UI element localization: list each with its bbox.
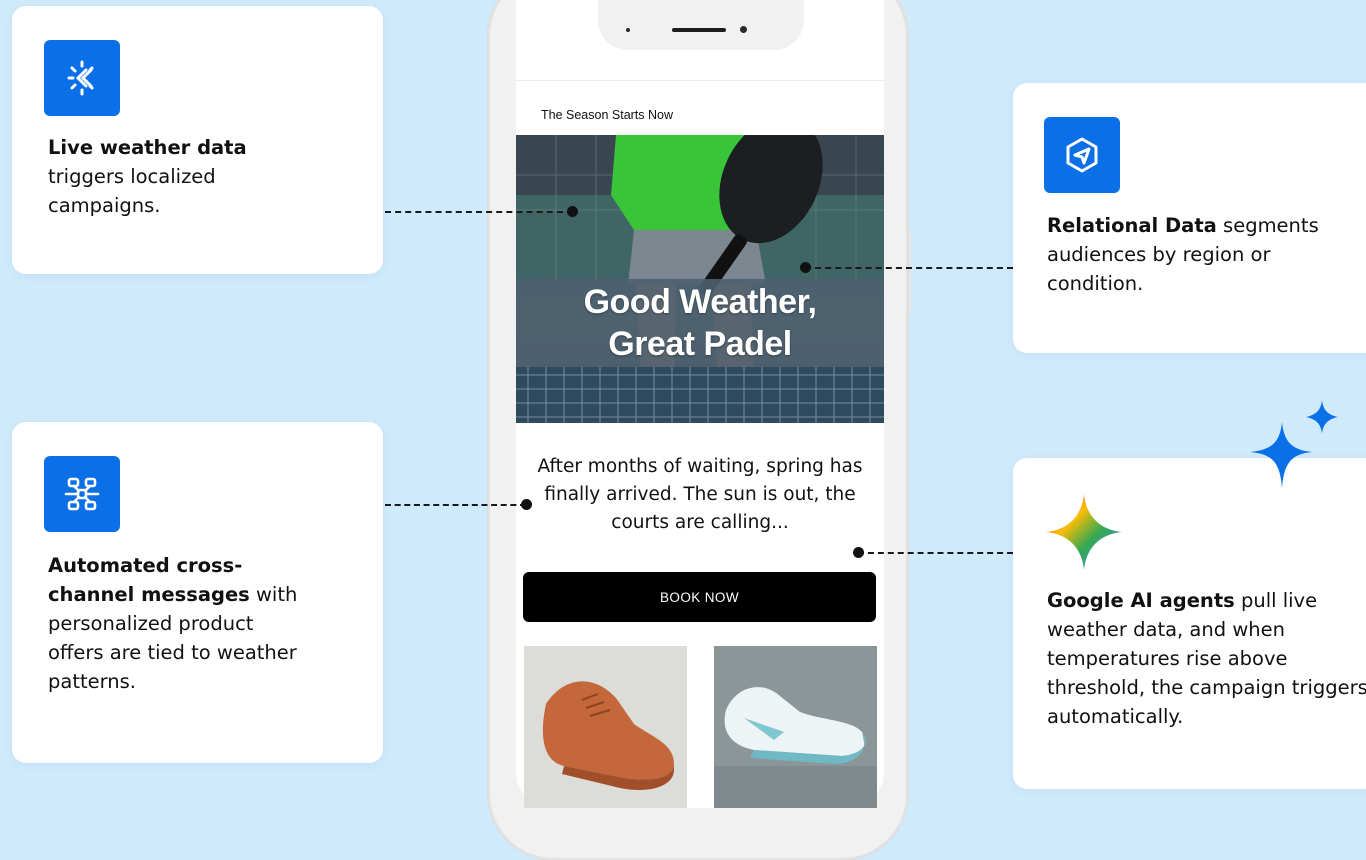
feature-card-text: Relational Data segments audiences by re…: [1047, 211, 1366, 298]
book-now-button[interactable]: BOOK NOW: [523, 572, 876, 622]
product-image-white-shoe[interactable]: [714, 646, 877, 808]
connector-line: [805, 267, 1013, 269]
feature-card-live-weather: Live weather data triggers localized cam…: [12, 6, 383, 274]
phone-notch: [598, 0, 804, 50]
connector-line: [858, 552, 1013, 554]
product-image-orange-shoe[interactable]: [524, 646, 687, 808]
google-gemini-sparkle-icon: [1044, 492, 1124, 572]
connector-dot: [853, 547, 864, 558]
connector-dot: [567, 206, 578, 217]
feature-card-text: Automated cross-channel messages with pe…: [48, 551, 306, 696]
feature-card-text: Live weather data triggers localized cam…: [48, 133, 278, 220]
feature-card-description: triggers localized campaigns.: [48, 165, 216, 217]
feature-card-title: Relational Data: [1047, 214, 1217, 237]
weather-sun-icon: [44, 40, 120, 116]
email-body-text: After months of waiting, spring has fina…: [537, 456, 863, 533]
feature-card-relational-data: Relational Data segments audiences by re…: [1013, 83, 1366, 353]
phone-speaker: [672, 28, 726, 32]
connector-line: [385, 211, 573, 213]
phone-camera: [740, 26, 747, 33]
connector-dot: [800, 262, 811, 273]
divider: [516, 80, 884, 81]
phone-sensor: [626, 28, 630, 32]
relational-data-icon: [1044, 117, 1120, 193]
feature-card-automated-messages: Automated cross-channel messages with pe…: [12, 422, 383, 763]
email-kicker: The Season Starts Now: [541, 108, 674, 122]
feature-card-text: Google AI agents pull live weather data,…: [1047, 586, 1366, 731]
feature-card-title: Automated cross-channel messages: [48, 554, 250, 606]
network-nodes-icon: [44, 456, 120, 532]
connector-dot: [521, 499, 532, 510]
hero-title: Good Weather, Great Padel: [583, 283, 817, 363]
feature-card-title: Google AI agents: [1047, 589, 1235, 612]
hero-image: [516, 135, 884, 423]
feature-card-google-ai-agents: Google AI agents pull live weather data,…: [1013, 458, 1366, 789]
feature-card-title: Live weather data: [48, 136, 247, 159]
connector-line: [385, 504, 526, 506]
decorative-sparkle-icon: [1248, 400, 1366, 492]
